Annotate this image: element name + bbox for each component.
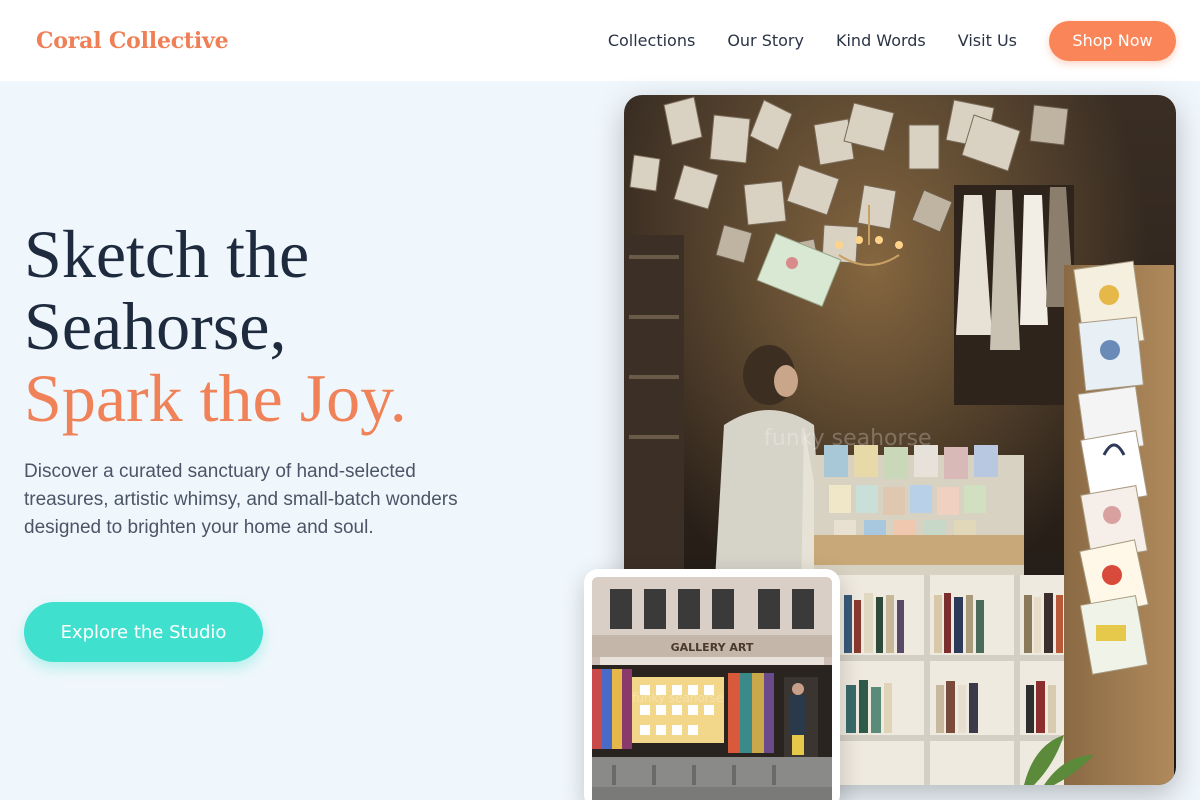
- nav-link-collections[interactable]: Collections: [608, 31, 695, 50]
- secondary-image-watermark: funky seahorse: [632, 691, 723, 705]
- secondary-image-storefront: GALLERY ART funky seahorse: [592, 577, 832, 800]
- storefront-sign: GALLERY ART: [671, 641, 754, 654]
- hero-title: Sketch the Seahorse, Spark the Joy.: [24, 218, 584, 434]
- hero-title-line1: Sketch the: [24, 216, 310, 292]
- nav-link-visit-us[interactable]: Visit Us: [958, 31, 1017, 50]
- secondary-image-frame: GALLERY ART funky seahorse: [584, 569, 840, 800]
- site-header: Coral Collective Collections Our Story K…: [0, 0, 1200, 81]
- shop-now-button[interactable]: Shop Now: [1049, 20, 1176, 61]
- main-image-watermark: funky seahorse: [764, 426, 932, 451]
- hero-description: Discover a curated sanctuary of hand-sel…: [24, 461, 458, 538]
- hero-title-accent: Spark the Joy.: [24, 360, 407, 436]
- nav-link-our-story[interactable]: Our Story: [727, 31, 804, 50]
- hero-title-line2: Seahorse,: [24, 288, 287, 364]
- explore-studio-button[interactable]: Explore the Studio: [24, 602, 263, 662]
- brand-logo[interactable]: Coral Collective: [36, 28, 229, 54]
- main-nav: Collections Our Story Kind Words Visit U…: [608, 20, 1176, 61]
- nav-link-kind-words[interactable]: Kind Words: [836, 31, 926, 50]
